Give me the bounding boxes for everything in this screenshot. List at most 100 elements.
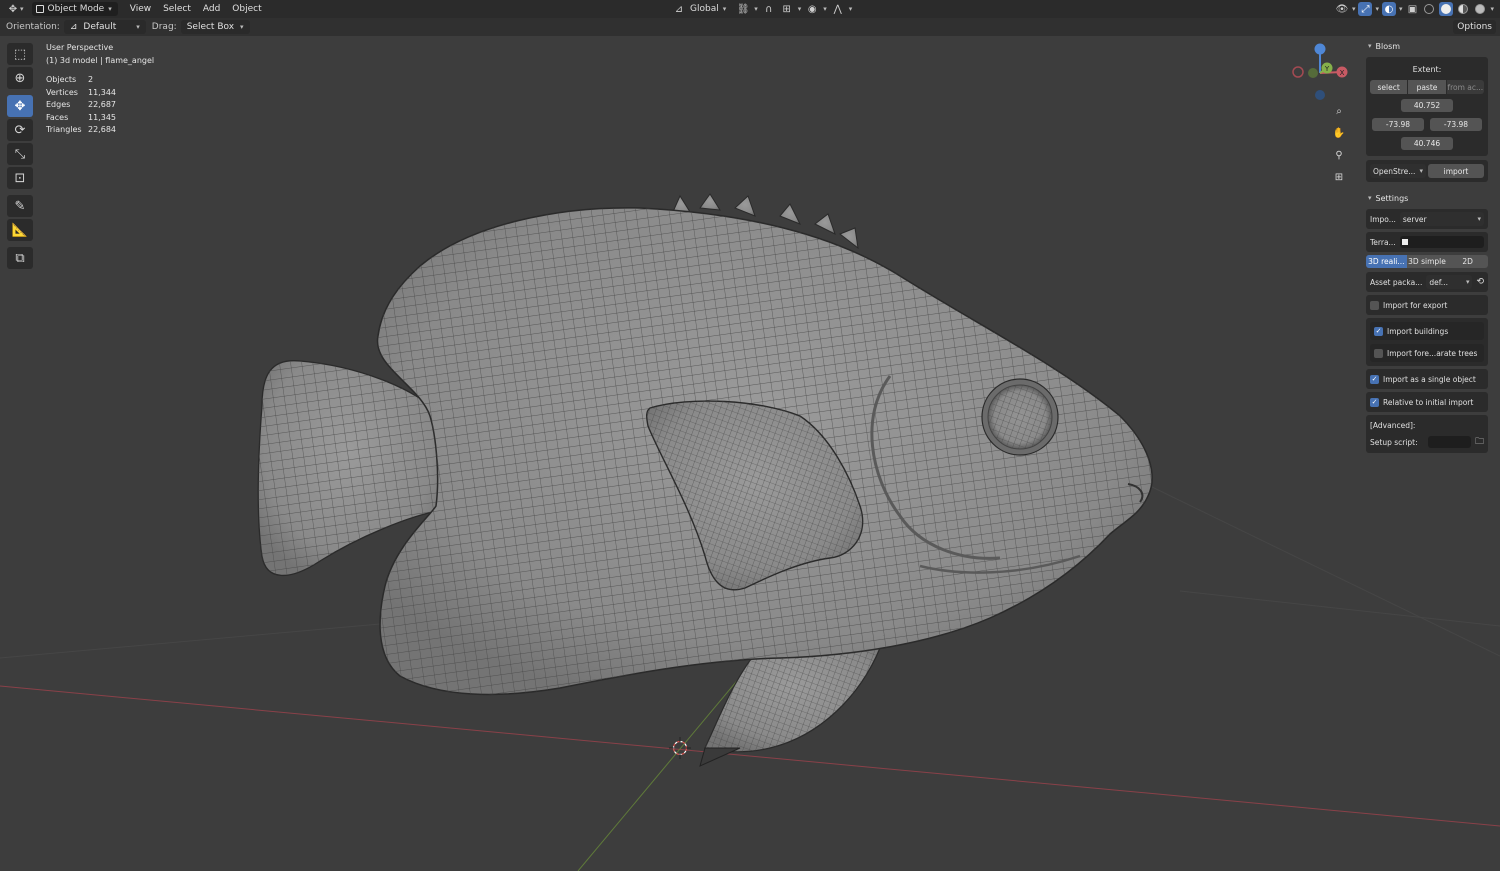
proportional-edit-icon[interactable]: ◉: [805, 2, 819, 16]
extent-left-field[interactable]: -73.98: [1372, 118, 1424, 131]
option-import-for-export[interactable]: Import for export: [1370, 299, 1484, 311]
gizmo-neg-z-handle[interactable]: [1315, 90, 1325, 100]
extent-select-button[interactable]: select: [1370, 80, 1408, 94]
import-source-box: Impo... server ▾: [1366, 209, 1488, 229]
fish-mesh[interactable]: [257, 193, 1153, 767]
menu-view[interactable]: View: [124, 0, 157, 18]
snap-target-icon[interactable]: ⊞: [780, 2, 794, 16]
xray-icon[interactable]: ▣: [1405, 2, 1419, 16]
viewport-text-info: User Perspective (1) 3d model | flame_an…: [46, 42, 154, 137]
extent-top-row: 40.752: [1370, 99, 1484, 112]
drag-label: Drag:: [151, 22, 177, 32]
transform-orientation-select[interactable]: Global: [690, 4, 719, 14]
gizmo-neg-y-handle[interactable]: [1308, 68, 1318, 78]
perspective-grid-icon[interactable]: ⊞: [1330, 168, 1348, 186]
mode-3d-realistic[interactable]: 3D reali...: [1366, 255, 1407, 268]
drag-select[interactable]: Select Box ▾: [180, 20, 250, 34]
gizmo-y-label: Y: [1324, 65, 1330, 73]
extent-top-field[interactable]: 40.752: [1401, 99, 1453, 112]
checkbox-icon[interactable]: [1374, 348, 1383, 358]
import-button[interactable]: import: [1428, 164, 1484, 178]
mode-3d-simple[interactable]: 3D simple: [1407, 255, 1448, 268]
blosm-panel-header[interactable]: ▾ Blosm: [1366, 38, 1488, 54]
wireframe-shading-icon[interactable]: [1422, 2, 1436, 16]
chevron-down-icon: ▾: [108, 5, 112, 13]
solid-shading-icon[interactable]: [1439, 2, 1454, 16]
import-source-select[interactable]: server ▾: [1399, 212, 1484, 226]
checkbox-checked-icon[interactable]: ✓: [1370, 397, 1379, 407]
checkbox-checked-icon[interactable]: ✓: [1370, 374, 1379, 384]
import-box: OpenStre... ▾ import: [1366, 160, 1488, 182]
tool-settings-bar: Orientation: ⊿ Default ▾ Drag: Select Bo…: [0, 18, 1500, 36]
setup-script-field[interactable]: [1427, 436, 1471, 448]
navigation-gizmo[interactable]: X Y: [1292, 43, 1348, 101]
drag-value: Select Box: [186, 22, 235, 32]
falloff-icon[interactable]: ⋀: [831, 2, 845, 16]
transform-tool-icon[interactable]: ⊡: [7, 167, 33, 189]
visibility-icon[interactable]: 👁: [1335, 2, 1349, 16]
snap-icon[interactable]: ∩: [762, 2, 776, 16]
editor-type-button[interactable]: ✥ ▾: [0, 0, 30, 18]
extent-right-field[interactable]: -73.98: [1430, 118, 1482, 131]
stat-label: Vertices: [46, 87, 78, 97]
option-import-buildings[interactable]: ✓ Import buildings: [1374, 325, 1480, 337]
checkbox-checked-icon[interactable]: ✓: [1374, 326, 1383, 336]
extent-from-active-button[interactable]: from ac...: [1446, 80, 1484, 94]
checkbox-icon[interactable]: [1370, 300, 1379, 310]
terrain-label: Terra...: [1370, 237, 1396, 247]
options-button[interactable]: Options: [1453, 20, 1496, 34]
rendered-shading-icon[interactable]: [1473, 2, 1487, 16]
chevron-down-icon: ▾: [1368, 42, 1372, 50]
extent-bottom-field[interactable]: 40.746: [1401, 137, 1453, 150]
stat-label: Edges: [46, 100, 71, 109]
option-label: Import buildings: [1387, 326, 1449, 336]
measure-tool-icon[interactable]: 📐: [7, 219, 33, 241]
chevron-down-icon: ▾: [1398, 5, 1403, 13]
pivot-point-icon[interactable]: ⛓: [736, 2, 750, 16]
active-object-line: (1) 3d model | flame_angel: [46, 55, 155, 65]
option-relative-import[interactable]: ✓ Relative to initial import: [1370, 396, 1484, 408]
move-tool-icon[interactable]: ✥: [7, 95, 33, 117]
3d-viewport[interactable]: X Y ⌕ ✋ ⚲ ⊞ ⬚ ⊕ ✥ ⟳ ⤡ ⊡ ✎ 📐 ⧉ User Persp…: [0, 36, 1500, 871]
mode-select[interactable]: Object Mode ▾: [31, 2, 118, 16]
toolbar: ⬚ ⊕ ✥ ⟳ ⤡ ⊡ ✎ 📐 ⧉: [7, 43, 34, 271]
overlays-toggle-icon[interactable]: ◐: [1381, 2, 1396, 16]
gizmo-toggle-icon[interactable]: ⤢: [1358, 2, 1373, 16]
stat-label: Faces: [46, 112, 69, 122]
material-shading-icon[interactable]: [1456, 2, 1470, 16]
folder-icon[interactable]: 🗀: [1475, 434, 1484, 450]
zoom-icon[interactable]: ⌕: [1330, 102, 1348, 120]
annotate-tool-icon[interactable]: ✎: [7, 195, 33, 217]
chevron-down-icon: ▾: [1375, 5, 1379, 13]
menu-object[interactable]: Object: [226, 0, 267, 18]
settings-panel-header[interactable]: ▾ Settings: [1366, 190, 1488, 206]
blosm-title: Blosm: [1375, 41, 1401, 51]
add-cube-tool-icon[interactable]: ⧉: [7, 247, 33, 269]
option-label: Import fore...arate trees: [1387, 348, 1478, 358]
orientation-select[interactable]: ⊿ Default ▾: [63, 20, 146, 34]
stat-value: 11,344: [88, 87, 116, 97]
pan-hand-icon[interactable]: ✋: [1330, 124, 1348, 142]
terrain-field[interactable]: [1399, 236, 1484, 248]
editor-type-icon: ✥: [8, 3, 18, 15]
asset-package-select[interactable]: def... ▾: [1426, 275, 1473, 289]
extent-title: Extent:: [1412, 65, 1442, 74]
extent-paste-button[interactable]: paste: [1408, 80, 1446, 94]
menu-select[interactable]: Select: [157, 0, 197, 18]
option-import-forests[interactable]: Import fore...arate trees: [1374, 347, 1480, 359]
rotate-tool-icon[interactable]: ⟳: [7, 119, 33, 141]
gizmo-neg-x-handle[interactable]: [1292, 66, 1304, 78]
select-box-tool-icon[interactable]: ⬚: [7, 43, 33, 65]
option-single-object[interactable]: ✓ Import as a single object: [1370, 373, 1484, 385]
provider-select[interactable]: OpenStre... ▾: [1370, 164, 1426, 178]
gizmo-z-handle[interactable]: [1314, 43, 1326, 55]
camera-view-icon[interactable]: ⚲: [1330, 146, 1348, 164]
orientation-value: Default: [83, 22, 117, 32]
stat-value: 11,345: [88, 112, 116, 122]
scale-tool-icon[interactable]: ⤡: [7, 143, 33, 165]
menu-add[interactable]: Add: [197, 0, 226, 18]
mode-2d[interactable]: 2D: [1447, 255, 1488, 268]
cursor-tool-icon[interactable]: ⊕: [7, 67, 33, 89]
refresh-icon[interactable]: ⟲: [1476, 277, 1484, 287]
stat-label: Triangles: [46, 125, 82, 134]
